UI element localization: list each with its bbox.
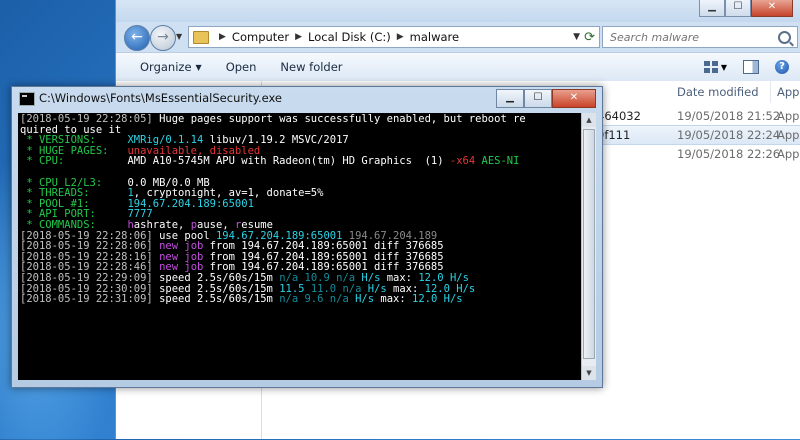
cpu-value: AMD A10-5745M APU with Radeon(tm) HD Gra… — [127, 155, 412, 168]
file-type: App — [777, 128, 800, 142]
file-date: 19/05/2018 22:24 — [677, 128, 781, 142]
speed-prefix: speed 2.5s/60s/15m — [152, 293, 280, 306]
speed-15m: n/a — [329, 293, 349, 306]
preview-pane-icon[interactable] — [743, 60, 759, 74]
search-input[interactable] — [608, 29, 772, 45]
address-bar[interactable]: ▶ Computer ▶ Local Disk (C:) ▶ malware ▼… — [188, 26, 600, 48]
new-folder-button[interactable]: New folder — [280, 60, 342, 74]
address-dropdown-icon[interactable]: ▼ — [573, 32, 580, 42]
chevron-right-icon[interactable]: ▶ — [295, 32, 302, 42]
file-date: 19/05/2018 22:26 — [677, 147, 781, 161]
scroll-down-arrow-icon[interactable]: ▼ — [582, 366, 596, 380]
explorer-window-controls: ▁ ☐ ✕ — [699, 0, 793, 17]
command-bar-right: ▼ ? — [703, 60, 789, 74]
speed-10s: n/a — [279, 293, 299, 306]
breadcrumb-malware[interactable]: malware — [410, 30, 459, 44]
folder-icon — [193, 30, 209, 44]
chevron-right-icon[interactable]: ▶ — [219, 32, 226, 42]
file-type: App — [777, 147, 800, 161]
console-window-controls: ▁ ☐ ✕ — [496, 89, 596, 108]
recent-pages-dropdown-icon[interactable]: ▼ — [176, 32, 182, 41]
chevron-right-icon[interactable]: ▶ — [397, 32, 404, 42]
console-title: C:\Windows\Fonts\MsEssentialSecurity.exe — [39, 91, 283, 105]
back-button[interactable]: ← — [124, 25, 150, 51]
cpu-label: * CPU: — [20, 155, 128, 168]
file-date: 19/05/2018 21:52 — [677, 109, 781, 123]
console-titlebar[interactable]: C:\Windows\Fonts\MsEssentialSecurity.exe… — [12, 87, 602, 111]
forward-button[interactable]: → — [150, 25, 176, 51]
speed-60s: 9.6 — [304, 293, 324, 306]
change-view-button[interactable]: ▼ — [703, 61, 727, 73]
command-bar: Organize ▼ Open New folder ▼ ? — [116, 52, 800, 82]
help-icon[interactable]: ? — [775, 60, 789, 74]
scroll-up-arrow-icon[interactable]: ▲ — [582, 113, 596, 127]
refresh-icon[interactable]: ⟳ — [584, 30, 595, 45]
chevron-down-icon: ▼ — [720, 62, 727, 72]
scrollbar-thumb[interactable] — [583, 129, 595, 359]
file-type: App — [777, 109, 800, 123]
console-output[interactable]: [2018-05-19 22:28:05] Huge pages support… — [18, 113, 589, 380]
log-message: Huge pages support was successfully enab… — [152, 113, 526, 125]
cpu-threads: (1) — [411, 155, 450, 168]
open-label: Open — [225, 60, 257, 74]
explorer-titlebar[interactable]: ▁ ☐ ✕ — [116, 0, 800, 22]
file-name: 464032 — [597, 109, 641, 123]
console-maximize-button[interactable]: ☐ — [524, 89, 552, 108]
minimize-button[interactable]: ▁ — [699, 0, 725, 17]
cpu-aes: AES-NI — [475, 155, 520, 168]
column-header-type[interactable]: App — [771, 81, 800, 103]
view-icon — [703, 61, 718, 73]
console-close-button[interactable]: ✕ — [552, 89, 596, 108]
navigation-bar: ← → ▼ ▶ Computer ▶ Local Disk (C:) ▶ mal… — [116, 22, 800, 52]
console-scrollbar[interactable]: ▲ ▼ — [581, 113, 596, 380]
console-window: C:\Windows\Fonts\MsEssentialSecurity.exe… — [11, 86, 603, 388]
organize-button[interactable]: Organize ▼ — [140, 60, 202, 74]
organize-label: Organize — [140, 60, 192, 74]
breadcrumb-local-disk[interactable]: Local Disk (C:) — [308, 30, 391, 44]
open-button[interactable]: Open — [226, 60, 257, 74]
speed-max: 12.0 — [412, 293, 438, 306]
address-bar-actions: ▼ ⟳ — [573, 30, 599, 45]
column-header-date-modified[interactable]: Date modified — [671, 81, 771, 103]
console-minimize-button[interactable]: ▁ — [496, 89, 524, 108]
search-box[interactable] — [602, 26, 798, 48]
close-button[interactable]: ✕ — [751, 0, 793, 17]
log-timestamp: [2018-05-19 22:31:09] — [20, 293, 153, 306]
maximize-button[interactable]: ☐ — [725, 0, 751, 17]
speed-unit: H/s — [355, 293, 375, 306]
search-icon[interactable] — [778, 30, 791, 44]
breadcrumb-computer[interactable]: Computer — [232, 30, 289, 44]
command-prompt-icon[interactable] — [19, 92, 35, 106]
speed-max-label: max: — [374, 293, 412, 306]
cpu-x64: -x64 — [449, 155, 476, 168]
chevron-down-icon: ▼ — [195, 62, 202, 72]
new-folder-label: New folder — [280, 60, 343, 74]
speed-unit: H/s — [443, 293, 463, 306]
console-text: [2018-05-19 22:28:05] Huge pages support… — [20, 114, 589, 305]
